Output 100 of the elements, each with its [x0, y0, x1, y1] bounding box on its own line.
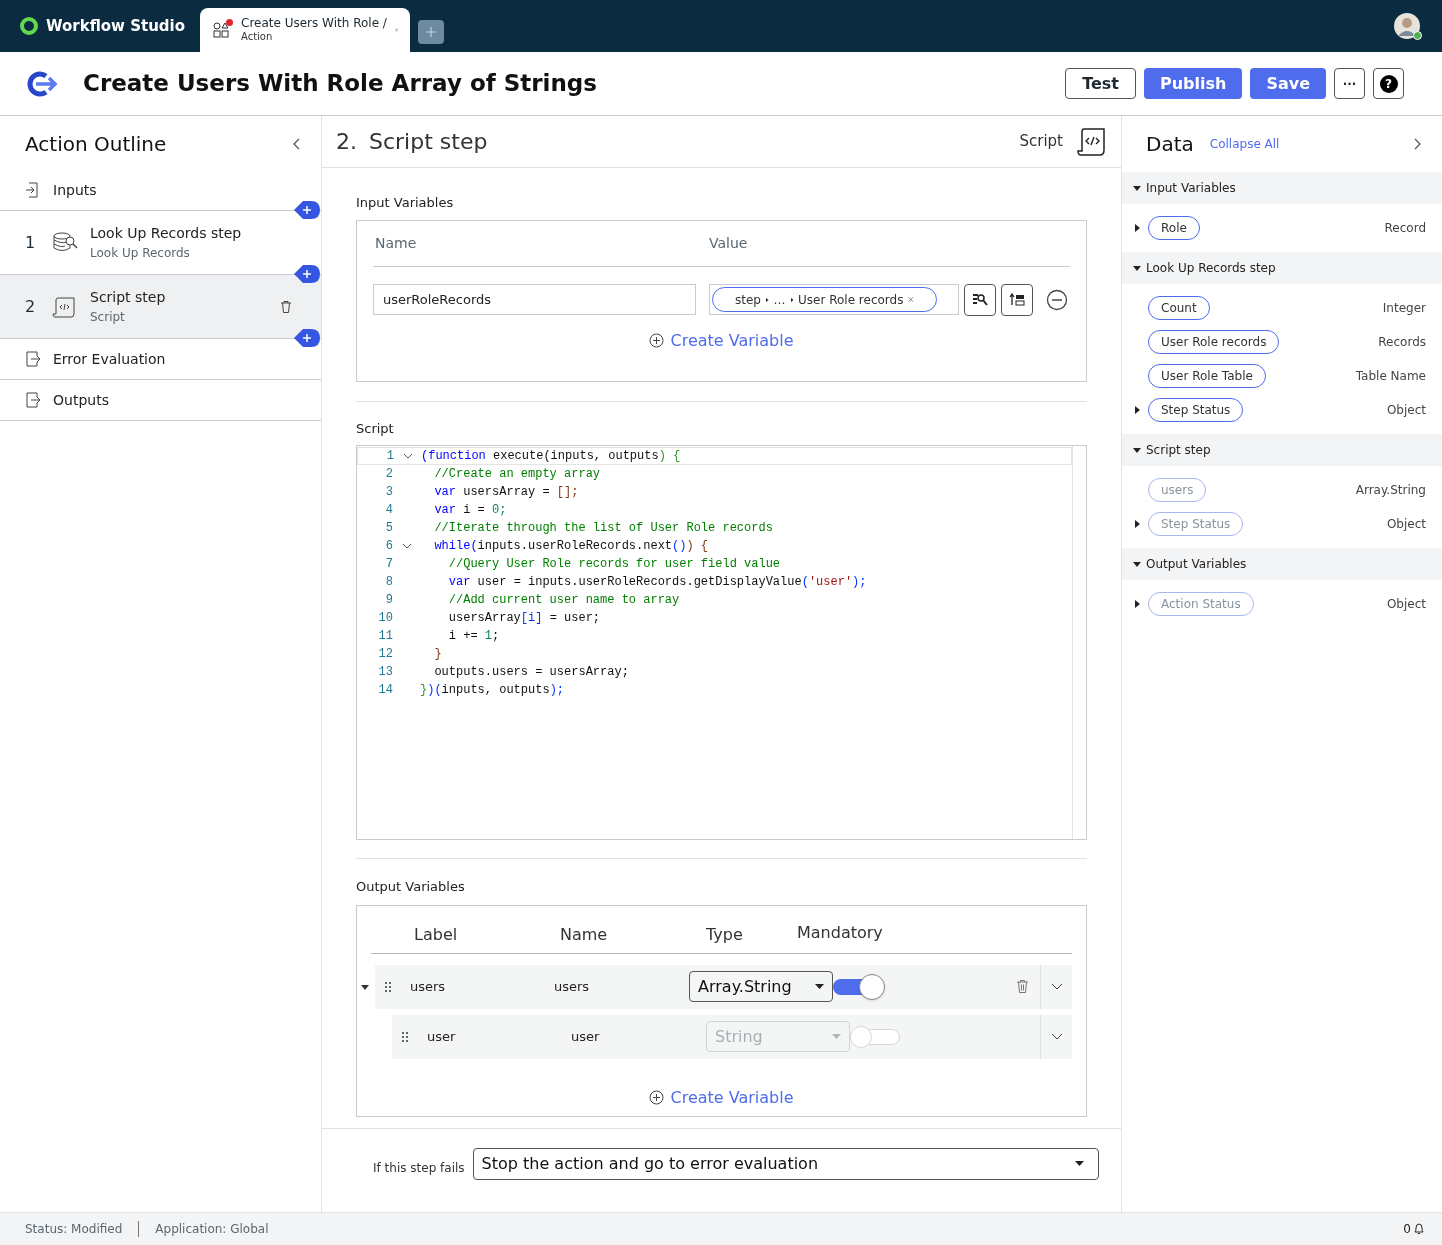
code-line: var user = inputs.userRoleRecords.getDisplayValue('user'); — [447, 574, 867, 591]
plus-circle-icon — [649, 1090, 665, 1106]
column-header: Type — [705, 923, 744, 946]
page-title: Create Users With Role Array of Strings — [83, 69, 597, 99]
data-type: Record — [1384, 220, 1426, 237]
chevron-down-icon[interactable] — [1050, 983, 1063, 991]
type-dropdown[interactable]: Array.String — [689, 971, 833, 1003]
dropdown-caret-icon — [815, 984, 824, 990]
section-header[interactable]: Script step — [1122, 434, 1442, 466]
help-button[interactable]: ? — [1373, 68, 1404, 99]
section-header[interactable]: Input Variables — [1122, 172, 1442, 204]
section-label: Input Variables — [356, 194, 455, 212]
line-number: 11 — [377, 628, 393, 645]
collapse-icon[interactable] — [292, 138, 300, 150]
drag-handle-icon[interactable] — [402, 1031, 408, 1042]
step-number: 2 — [25, 295, 37, 318]
status-text: Status: Modified — [25, 1221, 123, 1238]
line-number: 8 — [384, 574, 393, 591]
collapse-all-link[interactable]: Collapse All — [1209, 135, 1280, 153]
sign-out-icon — [25, 351, 41, 367]
outline-item[interactable]: Outputs — [0, 380, 321, 421]
column-header: Label — [413, 923, 459, 946]
data-type: Array.String — [1355, 482, 1426, 499]
name-field[interactable]: userRoleRecords — [373, 284, 696, 315]
step-title: Script step — [369, 128, 488, 156]
data-picker-button[interactable] — [964, 283, 996, 316]
code-line: usersArray[i] = user; — [447, 610, 601, 627]
caret-icon — [790, 295, 794, 304]
insert-row-icon — [1009, 292, 1025, 307]
fold-icon[interactable] — [401, 543, 412, 549]
code-line: //Create an empty array — [433, 466, 601, 483]
document-tab[interactable]: Create Users With Role / Action — [200, 8, 410, 52]
code-line: } — [433, 646, 442, 663]
create-variable-link[interactable]: Create Variable — [649, 1085, 794, 1110]
type-dropdown: String — [706, 1021, 850, 1053]
column-header: Mandatory — [797, 921, 883, 944]
remove-variable-icon[interactable] — [1046, 288, 1068, 311]
line-number: 3 — [384, 484, 393, 501]
fold-icon[interactable] — [402, 453, 413, 459]
bell-icon[interactable] — [1413, 1223, 1425, 1235]
add-step-button[interactable] — [294, 201, 320, 219]
list-search-icon — [972, 292, 988, 307]
create-variable-link[interactable]: Create Variable — [649, 328, 794, 353]
code-line: })(inputs, outputs); — [420, 682, 565, 699]
plus-icon — [426, 27, 436, 37]
section-header[interactable]: Look Up Records step — [1122, 252, 1442, 284]
step-label: Script step — [90, 288, 166, 307]
sign-in-icon — [25, 182, 41, 198]
action-button[interactable]: Test — [1065, 68, 1136, 99]
outline-step[interactable]: 2 Script step Script — [0, 275, 321, 339]
failure-dropdown[interactable]: Stop the action and go to error evaluation — [472, 1148, 1099, 1180]
drag-handle-icon[interactable] — [385, 981, 391, 992]
panel-title: Data — [1146, 131, 1194, 158]
add-step-button[interactable] — [294, 265, 320, 283]
trash-icon[interactable] — [281, 300, 291, 313]
expand-caret-icon[interactable] — [1135, 224, 1140, 232]
variable-label: user — [427, 1027, 457, 1046]
logo-icon — [20, 17, 38, 35]
expand-panel-icon[interactable] — [1414, 138, 1422, 150]
chevron-down-icon[interactable] — [1050, 1033, 1063, 1041]
line-number: 5 — [384, 520, 393, 537]
avatar[interactable] — [1394, 13, 1420, 39]
line-number: 10 — [377, 610, 393, 627]
action-button[interactable]: Save — [1250, 68, 1326, 99]
line-number: 1 — [385, 448, 394, 465]
trash-icon[interactable] — [1017, 980, 1028, 994]
more-button[interactable]: ··· — [1334, 68, 1365, 99]
code-line: //Iterate through the list of User Role records — [433, 520, 773, 537]
outline-item[interactable]: Error Evaluation — [0, 339, 321, 380]
arrow-logo-icon — [26, 70, 58, 97]
data-type: Integer — [1382, 300, 1426, 317]
section-header[interactable]: Output Variables — [1122, 548, 1442, 580]
value-field[interactable]: step … User Role records — [709, 284, 959, 315]
expand-caret-icon[interactable] — [1135, 406, 1140, 414]
shapes-icon — [212, 21, 230, 39]
column-header: Name — [374, 233, 418, 253]
column-header: Name — [559, 923, 609, 946]
expand-caret-icon — [1133, 265, 1141, 271]
step-number: 1 — [25, 231, 37, 254]
expand-caret-icon — [1133, 185, 1141, 191]
sign-out-icon — [25, 392, 41, 408]
line-number: 14 — [377, 682, 393, 699]
expand-caret-icon[interactable] — [361, 982, 369, 991]
expand-caret-icon — [1133, 561, 1141, 567]
code-line: while(inputs.userRoleRecords.next()) { — [433, 538, 709, 555]
mandatory-toggle[interactable] — [833, 973, 885, 1000]
app-name: Workflow Studio — [46, 15, 186, 37]
script-icon — [52, 294, 78, 319]
insert-button[interactable] — [1001, 283, 1033, 316]
expand-caret-icon — [1133, 447, 1141, 453]
step-number: 2. — [336, 128, 357, 156]
dropdown-caret-icon — [1074, 1161, 1084, 1167]
add-step-button[interactable] — [294, 329, 320, 347]
code-line: (function execute(inputs, outputs) { — [421, 448, 681, 465]
code-line: outputs.users = usersArray; — [433, 664, 629, 681]
step-label: Look Up Records step — [90, 224, 242, 243]
code-line: i += 1; — [447, 628, 500, 645]
line-number: 7 — [384, 556, 393, 573]
panel-title: Action Outline — [25, 131, 167, 158]
action-button[interactable]: Publish — [1143, 68, 1243, 99]
